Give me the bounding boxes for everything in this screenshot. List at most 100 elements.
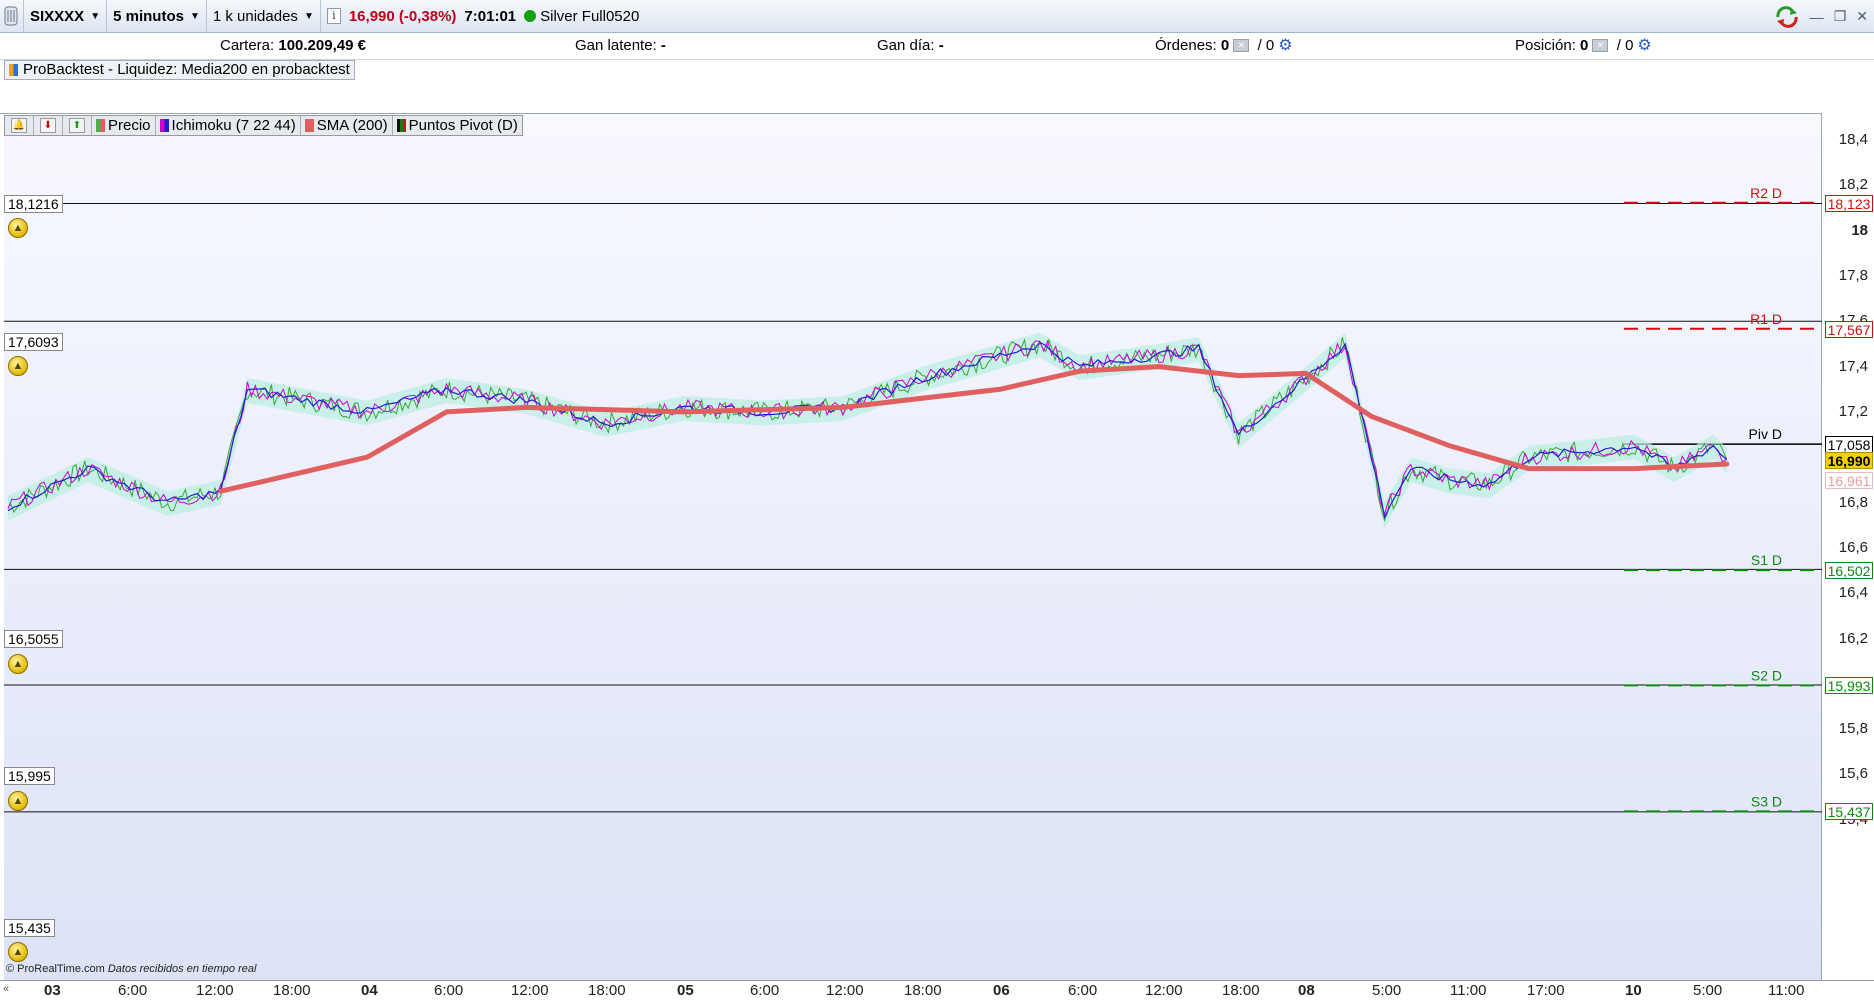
pivot-price-label: 17,567 — [1825, 320, 1873, 338]
copyright-text: © ProRealTime.com — [6, 963, 105, 975]
level-value-box[interactable]: 15,435 — [4, 919, 55, 937]
cartera-field: Cartera: 100.209,49 € — [220, 37, 366, 54]
y-axis[interactable]: 18,418,21817,817,617,417,21716,816,616,4… — [1822, 60, 1874, 980]
chevron-down-icon: ▼ — [90, 10, 101, 22]
x-tick-label: 18:00 — [273, 982, 311, 999]
x-tick-label: 12:00 — [826, 982, 864, 999]
y-tick-label: 17,4 — [1838, 357, 1868, 375]
gan-dia-label: Gan día: — [877, 37, 935, 54]
x-tick-label: 12:00 — [196, 982, 234, 999]
x-tick-label: 6:00 — [118, 982, 148, 999]
indicator-label: Precio — [108, 117, 151, 134]
units-selector[interactable]: 1 k unidades ▼ — [207, 0, 321, 33]
indicator-label: Puntos Pivot (D) — [408, 117, 518, 134]
close-icon[interactable]: ✕ — [1856, 8, 1868, 25]
y-tick-label: 16,6 — [1838, 538, 1868, 556]
pivot-label: Piv D — [1749, 426, 1782, 442]
x-tick-label: 17:00 — [1527, 982, 1565, 999]
x-tick-label: 06 — [993, 982, 1010, 999]
pivot-label: R2 D — [1750, 185, 1782, 201]
remove-indicator-button[interactable]: ⬇ — [34, 116, 63, 135]
y-tick-label: 16,2 — [1838, 629, 1868, 647]
chart-canvas[interactable]: R2 D R1 D Piv D S1 D S2 D S3 D — [4, 114, 1822, 980]
y-tick-label: 15,8 — [1838, 720, 1868, 738]
gan-dia-field: Gan día: - — [877, 37, 944, 54]
x-tick-label: 04 — [361, 982, 378, 999]
y-tick-label: 15,6 — [1838, 765, 1868, 783]
level-value-box[interactable]: 15,995 — [4, 767, 55, 785]
timeframe-label: 5 minutos — [113, 7, 184, 25]
precio-swatch-icon — [96, 119, 105, 132]
level-value-box[interactable]: 18,1216 — [4, 195, 63, 213]
x-tick-label: 6:00 — [434, 982, 464, 999]
add-indicator-button[interactable]: ⬆ — [63, 116, 92, 135]
gan-dia-value: - — [938, 37, 944, 54]
realtime-note: Datos recibidos en tiempo real — [107, 963, 257, 975]
level-value-box[interactable]: 17,6093 — [4, 333, 63, 351]
probacktest-label[interactable]: ProBacktest - Liquidez: Media200 en prob… — [4, 60, 355, 80]
indicator-bar: 🔔 ⬇ ⬆ Precio Ichimoku (7 22 44) SMA (200… — [4, 115, 523, 136]
cartera-label: Cartera: — [220, 37, 275, 54]
x-tick-label: 12:00 — [1145, 982, 1183, 999]
settings-gear-icon[interactable]: ⚙ — [1637, 37, 1651, 53]
clock: 7:01:01 — [464, 7, 517, 25]
cartera-value: 100.209,49 € — [278, 37, 366, 54]
bell-icon[interactable]: ▲ — [8, 654, 28, 674]
ordenes-label: Órdenes: — [1155, 37, 1217, 54]
y-tick-label: 17,8 — [1838, 266, 1868, 284]
x-tick-label: 03 — [44, 982, 61, 999]
alarm-button[interactable]: 🔔 — [5, 116, 34, 135]
ichimoku-swatch-icon — [159, 119, 169, 132]
bell-icon[interactable]: ▲ — [8, 218, 28, 238]
probacktest-panel: ProBacktest - Liquidez: Media200 en prob… — [0, 60, 1822, 114]
close-position-icon[interactable]: ✕ — [1592, 39, 1609, 52]
bell-icon[interactable]: ▲ — [8, 791, 28, 811]
y-tick-label: 16,8 — [1838, 493, 1868, 511]
pivot-label: S2 D — [1751, 667, 1782, 683]
timeframe-selector[interactable]: 5 minutos ▼ — [107, 0, 207, 33]
price-chart[interactable]: R2 D R1 D Piv D S1 D S2 D S3 D — [4, 114, 1822, 980]
restore-icon[interactable]: ❐ — [1834, 8, 1847, 25]
app-menu-button[interactable] — [0, 0, 24, 33]
x-tick-label: 12:00 — [511, 982, 549, 999]
minimize-icon[interactable]: — — [1810, 9, 1824, 25]
x-tick-label: 08 — [1298, 982, 1315, 999]
bell-icon[interactable]: ▲ — [8, 942, 28, 962]
chevron-down-icon: ▼ — [189, 10, 200, 22]
indicator-sma[interactable]: SMA (200) — [301, 116, 393, 135]
bell-icon[interactable]: ▲ — [8, 356, 28, 376]
y-tick-label: 18 — [1851, 221, 1868, 239]
x-tick-label: 11:00 — [1768, 982, 1805, 999]
gan-latente-value: - — [660, 37, 666, 54]
refresh-icon[interactable] — [1774, 5, 1800, 28]
gan-latente-label: Gan latente: — [575, 37, 657, 54]
instrument-selector[interactable]: SIXXXX ▼ — [24, 0, 108, 33]
x-tick-label: 05 — [677, 982, 694, 999]
connection-status-icon — [524, 10, 537, 22]
current-price-label: 16,990 — [1825, 451, 1873, 469]
level-value-box[interactable]: 16,5055 — [4, 630, 63, 648]
y-tick-label: 16,4 — [1838, 584, 1868, 602]
pivot-label: S1 D — [1751, 552, 1782, 568]
y-tick-label: 18,2 — [1838, 176, 1868, 194]
x-axis[interactable]: « 03 6:00 12:00 18:00 04 6:00 12:00 18:00 05 6:00… — [0, 980, 1874, 1000]
x-tick-label: 11:00 — [1450, 982, 1487, 999]
window-controls: — ❐ ✕ — [1774, 0, 1868, 33]
x-tick-label: 5:00 — [1372, 982, 1402, 999]
units-label: 1 k unidades — [212, 7, 298, 25]
indicator-pivot[interactable]: Puntos Pivot (D) — [393, 116, 522, 135]
account-bar: Cartera: 100.209,49 € Gan latente: - Gan… — [0, 33, 1874, 60]
indicator-ichimoku[interactable]: Ichimoku (7 22 44) — [156, 116, 301, 135]
y-tick-label: 17,2 — [1838, 402, 1868, 420]
info-icon[interactable]: i — [326, 8, 341, 24]
ichimoku-cloud — [8, 332, 1727, 528]
x-tick-label: 6:00 — [1068, 982, 1098, 999]
cancel-orders-icon[interactable]: ✕ — [1233, 39, 1250, 52]
indicator-label: SMA (200) — [316, 117, 388, 134]
pivot-price-label: 15,993 — [1825, 677, 1873, 695]
indicator-precio[interactable]: Precio — [92, 116, 156, 135]
scroll-left-icon[interactable]: « — [3, 983, 9, 995]
quote-info: i 16,990 (-0,38%) 7:01:01 Silver Full052… — [321, 0, 646, 33]
x-tick-label: 10 — [1625, 982, 1642, 999]
settings-gear-icon[interactable]: ⚙ — [1278, 37, 1292, 53]
